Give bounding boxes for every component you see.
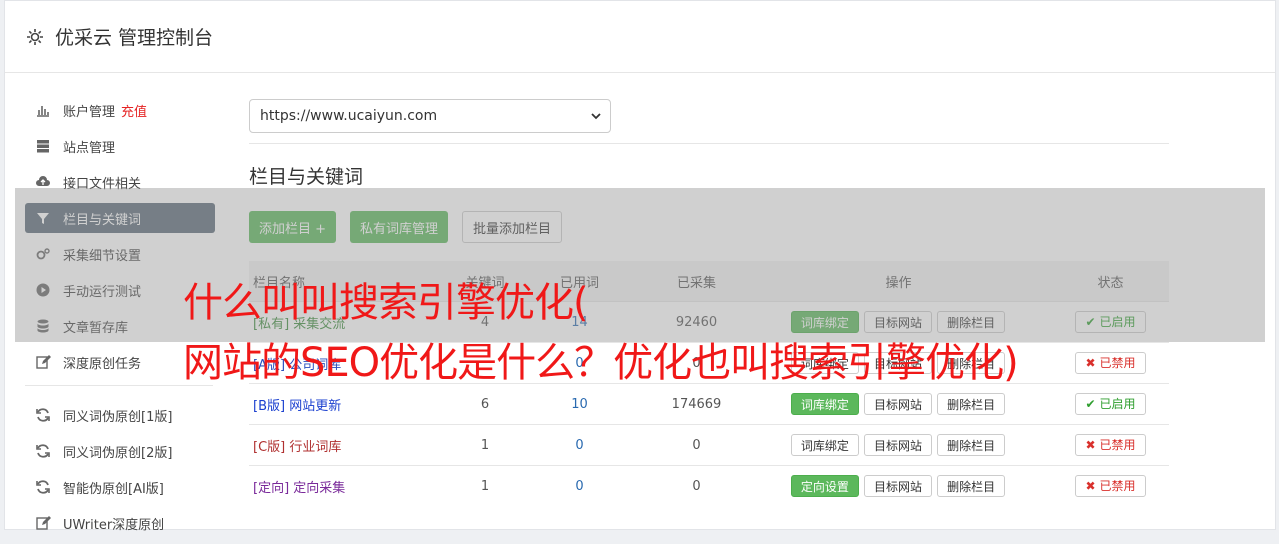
refresh-icon: [35, 443, 51, 459]
status-toggle[interactable]: ✖ 已禁用: [1074, 434, 1147, 456]
actions-cell: 定向设置 目标网站 删除栏目: [745, 465, 1052, 506]
status-label: 已禁用: [1099, 356, 1136, 370]
collected-cell: 0: [648, 465, 745, 506]
column-name[interactable]: 网站更新: [289, 399, 341, 414]
sidebar-item-synonym-v1[interactable]: 同义词伪原创[1版]: [25, 400, 215, 430]
x-icon: ✖: [1085, 356, 1096, 370]
used-words-cell[interactable]: 10: [511, 383, 648, 425]
status-label: 已禁用: [1099, 479, 1136, 493]
table-row: [定向] 定向采集 1 0 0 定向设置 目标网站 删除栏目 ✖ 已禁用: [249, 465, 1169, 506]
server-icon: [35, 138, 51, 154]
column-tag: [C版]: [253, 439, 286, 455]
target-site-button[interactable]: 目标网站: [863, 393, 932, 415]
sidebar-item-uwriter[interactable]: UWriter深度原创: [25, 508, 215, 538]
sidebar-item-label: 智能伪原创[AI版]: [63, 481, 164, 497]
x-icon: ✖: [1085, 438, 1096, 452]
column-tag: [定向]: [253, 480, 290, 496]
keyword-count-cell: 1: [459, 424, 511, 466]
status-toggle[interactable]: ✔ 已启用: [1074, 393, 1147, 415]
sidebar-item-label: 深度原创任务: [63, 356, 142, 372]
sidebar-item-label: 同义词伪原创[2版]: [63, 445, 173, 461]
table-row: [B版] 网站更新 6 10 174669 词库绑定 目标网站 删除栏目 ✔ 已启用: [249, 383, 1169, 425]
bind-lib-button[interactable]: 词库绑定: [790, 393, 859, 415]
status-cell: ✖ 已禁用: [1052, 424, 1169, 466]
refresh-icon: [35, 479, 51, 495]
used-words-cell[interactable]: 0: [511, 465, 648, 506]
delete-column-button[interactable]: 删除栏目: [937, 475, 1006, 497]
sidebar-item-ai-rewrite[interactable]: 智能伪原创[AI版]: [25, 472, 215, 502]
used-words-cell[interactable]: 0: [511, 424, 648, 466]
column-name-cell[interactable]: [B版] 网站更新: [249, 383, 459, 425]
column-name[interactable]: 定向采集: [293, 481, 345, 496]
status-cell: ✔ 已启用: [1052, 383, 1169, 425]
actions-cell: 词库绑定 目标网站 删除栏目: [745, 383, 1052, 425]
sidebar-item-label: 同义词伪原创[1版]: [63, 409, 173, 425]
status-label: 已启用: [1099, 397, 1136, 411]
column-name[interactable]: 行业词库: [289, 440, 341, 455]
table-row: [C版] 行业词库 1 0 0 词库绑定 目标网站 删除栏目 ✖ 已禁用: [249, 424, 1169, 466]
refresh-icon: [35, 407, 51, 423]
sidebar-item-sites[interactable]: 站点管理: [25, 131, 215, 161]
check-icon: ✔: [1085, 397, 1096, 411]
status-cell: ✖ 已禁用: [1052, 465, 1169, 506]
sidebar-item-account[interactable]: 账户管理 充值: [25, 95, 215, 125]
column-name-cell[interactable]: [C版] 行业词库: [249, 424, 459, 466]
edit-icon: [35, 515, 51, 531]
gear-icon: [27, 28, 43, 45]
section-title: 栏目与关键词: [249, 166, 364, 188]
bind-lib-button[interactable]: 词库绑定: [790, 434, 859, 456]
sidebar-item-label: 账户管理: [63, 104, 116, 120]
console-header: 优采云 管理控制台: [5, 1, 1275, 73]
collected-cell: 174669: [648, 383, 745, 425]
site-select[interactable]: https://www.ucaiyun.com: [249, 99, 611, 133]
keyword-count-cell: 1: [459, 465, 511, 506]
column-tag: [B版]: [253, 398, 286, 414]
status-toggle[interactable]: ✖ 已禁用: [1074, 352, 1147, 374]
status-cell: ✖ 已禁用: [1052, 342, 1169, 384]
overlay-title-line2: 网站的SEO优化是什么？优化也叫搜索引擎优化): [183, 340, 1019, 386]
page-title: 优采云 管理控制台: [55, 27, 214, 49]
actions-cell: 词库绑定 目标网站 删除栏目: [745, 424, 1052, 466]
column-name-cell[interactable]: [定向] 定向采集: [249, 465, 459, 506]
divider: [249, 143, 1169, 144]
status-label: 已禁用: [1099, 438, 1136, 452]
target-site-button[interactable]: 目标网站: [863, 475, 932, 497]
keyword-count-cell: 6: [459, 383, 511, 425]
target-site-button[interactable]: 目标网站: [863, 434, 932, 456]
delete-column-button[interactable]: 删除栏目: [937, 393, 1006, 415]
recharge-link[interactable]: 充值: [121, 101, 147, 120]
delete-column-button[interactable]: 删除栏目: [937, 434, 1006, 456]
collected-cell: 0: [648, 424, 745, 466]
status-toggle[interactable]: ✖ 已禁用: [1074, 475, 1147, 497]
edit-icon: [35, 354, 51, 370]
bar-chart-icon: [35, 102, 51, 118]
sidebar-item-synonym-v2[interactable]: 同义词伪原创[2版]: [25, 436, 215, 466]
overlay-title-line1: 什么叫叫搜索引擎优化(: [183, 280, 589, 326]
site-select-value: https://www.ucaiyun.com: [260, 108, 438, 124]
chevron-down-icon: [591, 113, 601, 120]
bind-lib-button[interactable]: 定向设置: [790, 475, 859, 497]
sidebar-item-label: 站点管理: [63, 140, 116, 156]
x-icon: ✖: [1085, 479, 1096, 493]
